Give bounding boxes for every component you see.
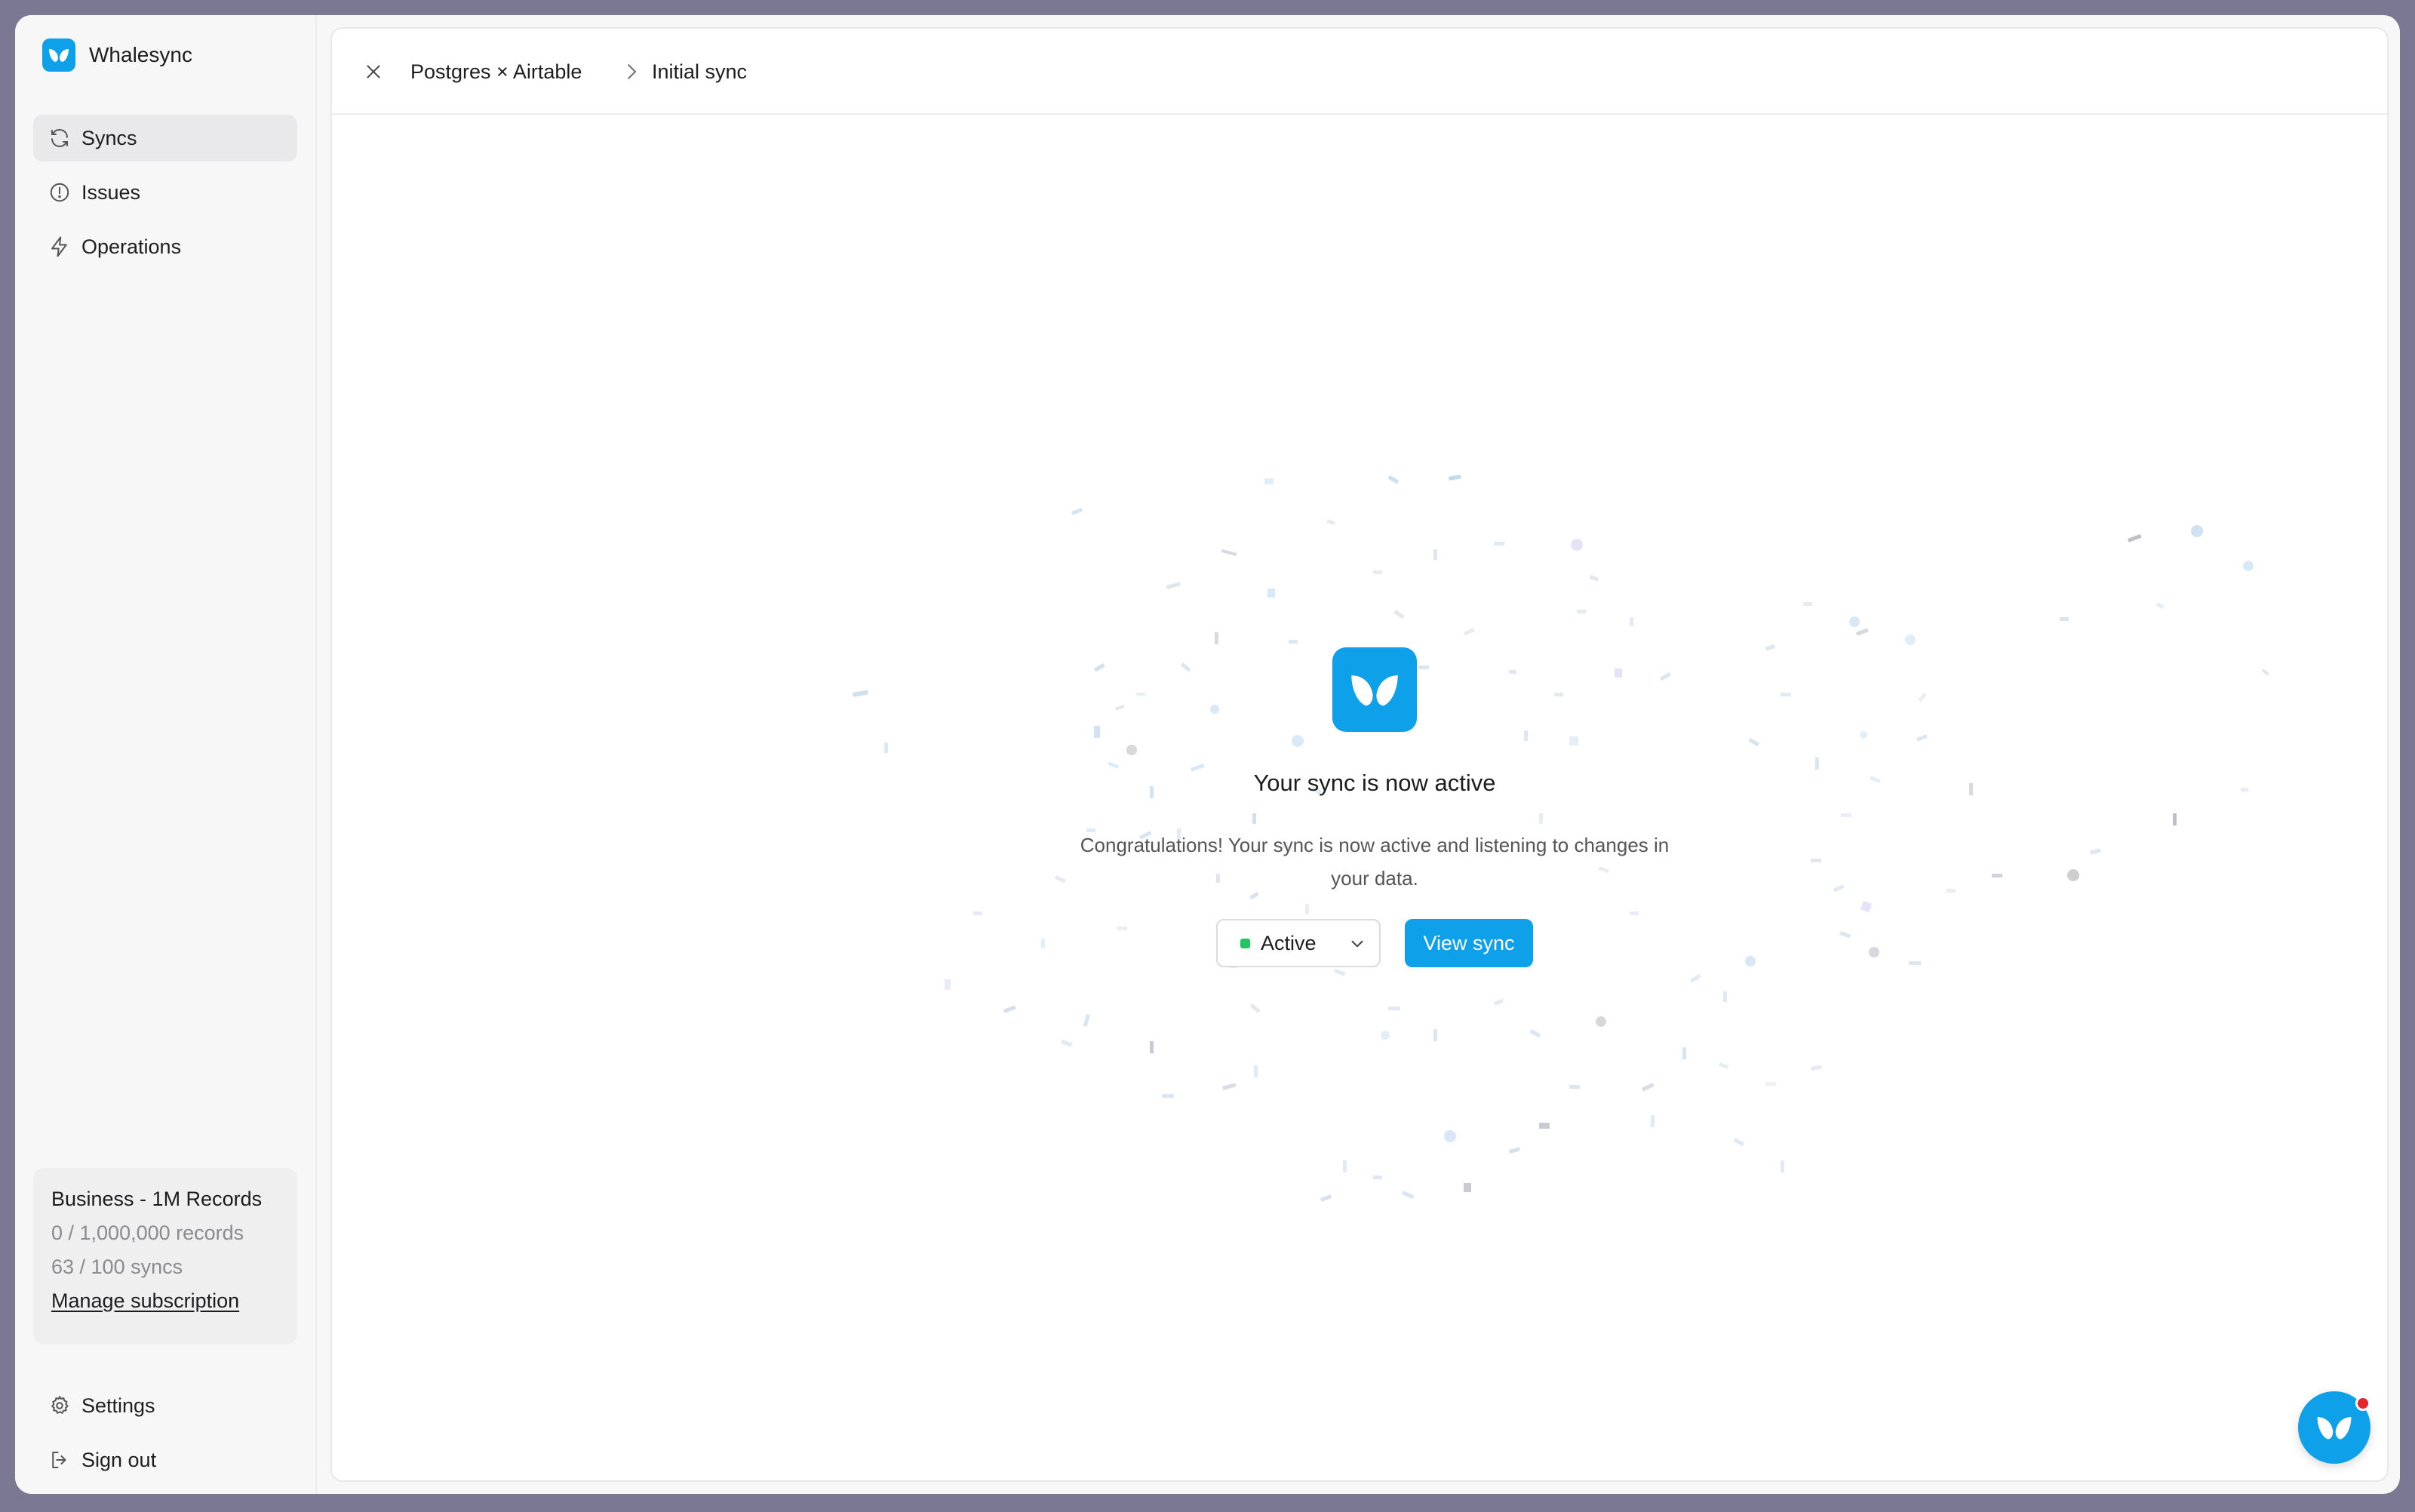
sidebar-item-syncs[interactable]: Syncs <box>33 115 297 161</box>
notification-dot <box>2355 1396 2370 1411</box>
plan-card: Business - 1M Records 0 / 1,000,000 reco… <box>33 1168 297 1345</box>
sidebar-item-sign-out[interactable]: Sign out <box>33 1437 297 1483</box>
status-dropdown[interactable]: Active <box>1216 919 1381 967</box>
main-panel: Postgres × Airtable Initial sync Your sy… <box>330 27 2389 1482</box>
plan-title: Business - 1M Records <box>51 1188 263 1210</box>
sign-out-icon <box>52 1452 66 1468</box>
refresh-icon <box>51 128 68 148</box>
brand-name: Whalesync <box>89 43 192 66</box>
status-indicator <box>1240 938 1250 948</box>
success-title: Your sync is now active <box>1253 770 1496 796</box>
brand[interactable]: Whalesync <box>42 38 192 72</box>
manage-subscription-link[interactable]: Manage subscription <box>51 1289 239 1312</box>
whalesync-logo-icon <box>2317 1417 2352 1440</box>
chevron-down-icon <box>1351 940 1363 948</box>
view-sync-button[interactable]: View sync <box>1405 919 1533 967</box>
lightning-icon <box>51 236 67 257</box>
plan-records: 0 / 1,000,000 records <box>51 1222 244 1244</box>
sidebar-item-label: Settings <box>81 1394 155 1417</box>
app-window: Whalesync Syncs Issues Operations Busine… <box>15 15 2400 1494</box>
plan-syncs: 63 / 100 syncs <box>51 1255 183 1278</box>
sidebar-item-label: Sign out <box>81 1448 157 1471</box>
confetti-decoration <box>853 475 2269 1202</box>
sidebar-item-label: Syncs <box>81 126 137 149</box>
breadcrumb-current: Initial sync <box>652 60 748 83</box>
success-description: Congratulations! Your sync is now active… <box>1080 834 1670 890</box>
breadcrumb-sync[interactable]: Postgres × Airtable <box>410 59 582 85</box>
gear-icon <box>51 1396 69 1414</box>
status-value: Active <box>1261 931 1317 954</box>
close-icon <box>367 65 380 78</box>
sidebar-nav: Syncs Issues Operations <box>33 115 297 278</box>
sidebar-item-issues[interactable]: Issues <box>33 169 297 216</box>
whalesync-logo-icon <box>42 38 75 72</box>
sidebar-bottom-nav: Settings Sign out <box>33 1382 297 1491</box>
sidebar-item-label: Operations <box>81 235 182 258</box>
sidebar-item-operations[interactable]: Operations <box>33 223 297 270</box>
whalesync-logo-icon <box>1332 647 1417 732</box>
sidebar-item-label: Issues <box>81 180 141 204</box>
chevron-right-icon <box>628 64 637 79</box>
top-bar: Postgres × Airtable Initial sync <box>332 29 2387 115</box>
alert-circle-icon <box>50 183 69 202</box>
close-button[interactable] <box>361 59 386 85</box>
sidebar-item-settings[interactable]: Settings <box>33 1382 297 1429</box>
sidebar: Whalesync Syncs Issues Operations Busine… <box>15 15 317 1494</box>
